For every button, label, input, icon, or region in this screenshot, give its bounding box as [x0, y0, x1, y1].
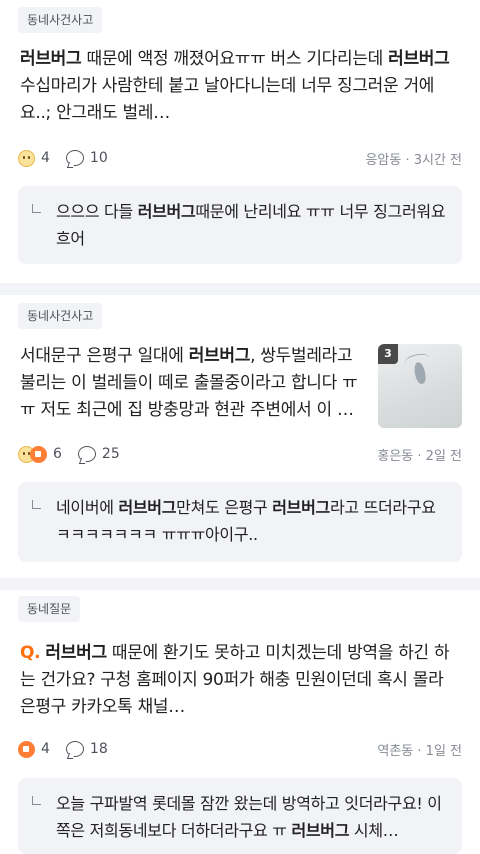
reply-text: 오늘 구파발역 롯데몰 잠깐 왔는데 방역하고 잇더라구요! 이쪽은 저희동네보…	[56, 790, 448, 844]
feed: 동네사건사고 러브버그 때문에 액정 깨졌어요ㅠㅠ 버스 기다리는데 러브버그 …	[0, 0, 480, 854]
category-tag[interactable]: 동네질문	[18, 596, 81, 622]
reaction-group[interactable]: 4	[18, 740, 50, 758]
reply-preview[interactable]: 오늘 구파발역 롯데몰 잠깐 왔는데 방역하고 잇더라구요! 이쪽은 저희동네보…	[18, 778, 462, 854]
comment-count: 18	[89, 741, 108, 757]
reply-arrow-icon	[32, 796, 41, 805]
post-card[interactable]: 동네질문 Q. 러브버그 때문에 환기도 못하고 미치겠는데 방역을 하긴 하는…	[0, 0, 480, 854]
post-meta: 4 18	[18, 738, 108, 760]
reaction-count: 4	[41, 741, 50, 757]
comment-icon	[65, 741, 84, 757]
location-time: 역촌동 · 1일 전	[377, 744, 462, 759]
keyword-highlight: 러브버그	[291, 821, 350, 840]
post-body[interactable]: Q. 러브버그 때문에 환기도 못하고 미치겠는데 방역을 하긴 하는 건가요?…	[20, 640, 460, 721]
reply-segment: 시체…	[349, 821, 399, 840]
keyword-highlight: 러브버그	[45, 643, 107, 663]
comment-group[interactable]: 18	[50, 741, 108, 757]
like-emoji-icon	[18, 740, 35, 758]
question-mark-label: Q.	[20, 643, 41, 663]
